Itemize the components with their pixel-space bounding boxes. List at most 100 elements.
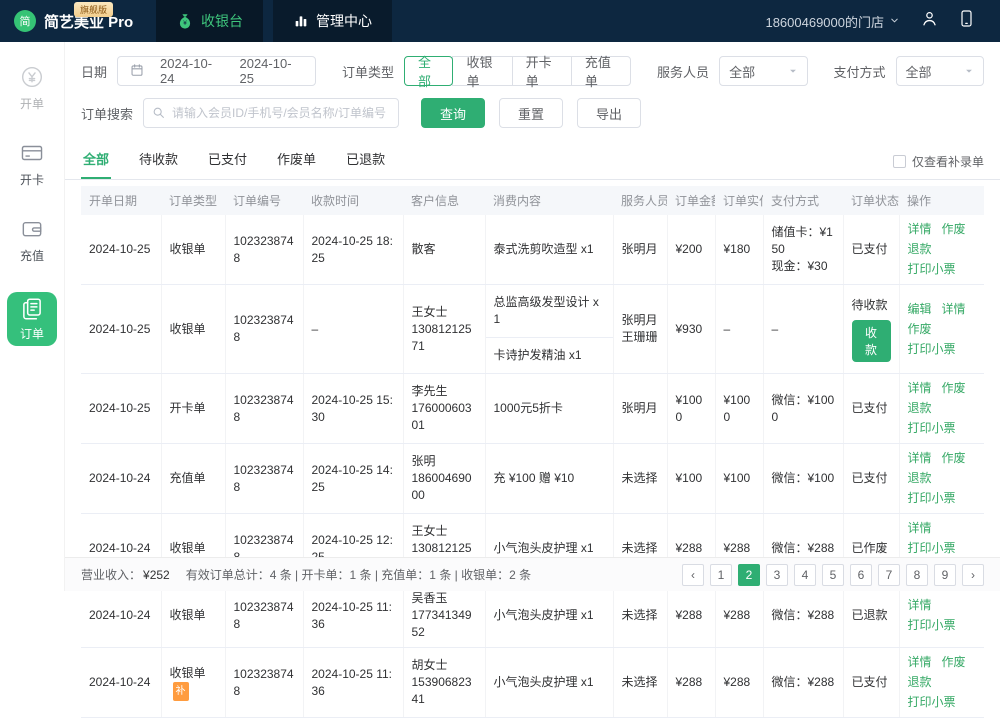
action-link[interactable]: 详情 <box>908 654 932 671</box>
action-link[interactable]: 编辑 <box>908 301 932 318</box>
paid-cell: ¥180 <box>715 215 763 285</box>
action-link[interactable]: 打印小票 <box>908 341 956 358</box>
export-button[interactable]: 导出 <box>577 98 641 128</box>
next-page-button[interactable]: › <box>962 564 984 586</box>
action-link[interactable]: 详情 <box>908 450 932 467</box>
sidebar-item-bill[interactable]: 开单 <box>19 64 45 112</box>
supplement-badge: 补 <box>173 682 189 701</box>
staff-cell: 未选择 <box>613 444 667 514</box>
payment-method-cell: – <box>763 285 843 374</box>
date-start[interactable]: 2024-10-24 <box>160 56 223 86</box>
status-tab[interactable]: 全部 <box>81 140 111 179</box>
receive-button[interactable]: 收款 <box>852 320 891 362</box>
top-tab-label: 收银台 <box>201 11 243 31</box>
sidebar: 开单开卡充值订单 <box>0 42 65 591</box>
date-range-picker[interactable]: 2024-10-24 2024-10-25 <box>117 56 316 86</box>
staff-select[interactable]: 全部 <box>719 56 807 86</box>
order-date-cell: 2024-10-25 <box>81 285 161 374</box>
top-tab-admin[interactable]: 管理中心 <box>273 0 392 42</box>
page-button[interactable]: 2 <box>738 564 760 586</box>
order-type-option[interactable]: 开卡单 <box>512 56 572 86</box>
page-button[interactable]: 8 <box>906 564 928 586</box>
page-button[interactable]: 1 <box>710 564 732 586</box>
action-link[interactable]: 打印小票 <box>908 261 956 278</box>
top-nav: ¥收银台 管理中心 <box>156 0 402 42</box>
search-button[interactable]: 查询 <box>421 98 485 128</box>
device-icon[interactable] <box>959 9 974 33</box>
supplement-only-label: 仅查看补录单 <box>912 153 984 170</box>
status-tab[interactable]: 已支付 <box>206 140 249 179</box>
status-text: 已支付 <box>852 400 891 417</box>
action-link[interactable]: 作废 <box>942 380 966 397</box>
wallet-icon <box>19 216 45 242</box>
table-row: 2024-10-25收银单1023238748–王女士13081212571总监… <box>81 285 984 374</box>
paid-cell: ¥288 <box>715 648 763 718</box>
table-row: 2024-10-24收银单10232387482024-10-25 11:36吴… <box>81 584 984 648</box>
page-button[interactable]: 5 <box>822 564 844 586</box>
action-link[interactable]: 作废 <box>942 221 966 238</box>
order-type-cell: 开卡单 <box>161 374 225 444</box>
action-link[interactable]: 打印小票 <box>908 420 956 437</box>
action-link[interactable]: 打印小票 <box>908 694 956 711</box>
pay-time-cell: 2024-10-25 15:30 <box>303 374 403 444</box>
page-button[interactable]: 4 <box>794 564 816 586</box>
action-link[interactable]: 详情 <box>908 597 932 614</box>
page-button[interactable]: 9 <box>934 564 956 586</box>
action-link[interactable]: 详情 <box>942 301 966 318</box>
payment-select[interactable]: 全部 <box>896 56 984 86</box>
status-tab[interactable]: 待收款 <box>137 140 180 179</box>
page-button[interactable]: 6 <box>850 564 872 586</box>
items-cell: 总监高级发型设计 x1卡诗护发精油 x1 <box>485 285 613 374</box>
sidebar-item-recharge[interactable]: 充值 <box>19 216 45 264</box>
page-button[interactable]: 7 <box>878 564 900 586</box>
order-type-option[interactable]: 全部 <box>404 56 453 86</box>
actions-cell: 详情作废退款打印小票 <box>899 215 984 285</box>
action-link[interactable]: 退款 <box>908 470 932 487</box>
date-end[interactable]: 2024-10-25 <box>239 56 302 86</box>
status-text: 已支付 <box>852 674 891 691</box>
action-link[interactable]: 打印小票 <box>908 490 956 507</box>
page-button[interactable]: 3 <box>766 564 788 586</box>
action-link[interactable]: 作废 <box>908 321 932 338</box>
card-icon <box>19 140 45 166</box>
action-link[interactable]: 作废 <box>942 654 966 671</box>
sidebar-item-card[interactable]: 开卡 <box>19 140 45 188</box>
action-link[interactable]: 打印小票 <box>908 540 956 557</box>
action-link[interactable]: 退款 <box>908 400 932 417</box>
pay-time-cell: 2024-10-25 11:36 <box>303 584 403 648</box>
customer-cell: 胡女士15390682341 <box>403 648 485 718</box>
checkbox-icon[interactable] <box>893 155 906 168</box>
user-icon[interactable] <box>920 9 939 33</box>
status-tab[interactable]: 作废单 <box>275 140 318 179</box>
sidebar-item-orders[interactable]: 订单 <box>7 292 57 346</box>
customer-cell: 张明18600469000 <box>403 444 485 514</box>
pay-time-cell: 2024-10-25 18:25 <box>303 215 403 285</box>
column-header: 服务人员 <box>613 186 667 215</box>
search-input[interactable] <box>143 98 399 128</box>
order-type-option[interactable]: 充值单 <box>571 56 631 86</box>
payment-select-value: 全部 <box>906 62 932 81</box>
footer-bar: 营业收入： ¥252 有效订单总计：4 条 | 开卡单：1 条 | 充值单：1 … <box>65 557 1000 591</box>
prev-page-button[interactable]: ‹ <box>682 564 704 586</box>
action-link[interactable]: 详情 <box>908 221 932 238</box>
action-link[interactable]: 打印小票 <box>908 617 956 634</box>
consume-item: 充 ¥100 赠 ¥10 <box>486 461 613 496</box>
top-tab-cashier[interactable]: ¥收银台 <box>156 0 263 42</box>
top-tab-label: 管理中心 <box>316 11 372 31</box>
action-links: 编辑详情作废打印小票 <box>908 301 977 358</box>
orders-summary: 有效订单总计：4 条 | 开卡单：1 条 | 充值单：1 条 | 收银单：2 条 <box>186 566 531 583</box>
action-link[interactable]: 详情 <box>908 520 932 537</box>
order-type-option[interactable]: 收银单 <box>452 56 512 86</box>
reset-button[interactable]: 重置 <box>499 98 563 128</box>
column-header: 订单状态 <box>843 186 899 215</box>
action-link[interactable]: 退款 <box>908 241 932 258</box>
supplement-only-toggle[interactable]: 仅查看补录单 <box>893 153 984 179</box>
store-selector[interactable]: 18600469000的门店 <box>765 12 900 31</box>
caret-down-icon <box>788 64 798 79</box>
customer-cell: 李先生17600060301 <box>403 374 485 444</box>
action-link[interactable]: 详情 <box>908 380 932 397</box>
action-link[interactable]: 退款 <box>908 674 932 691</box>
payment-method-cell: 微信：¥100 <box>763 444 843 514</box>
status-tab[interactable]: 已退款 <box>344 140 387 179</box>
action-link[interactable]: 作废 <box>942 450 966 467</box>
